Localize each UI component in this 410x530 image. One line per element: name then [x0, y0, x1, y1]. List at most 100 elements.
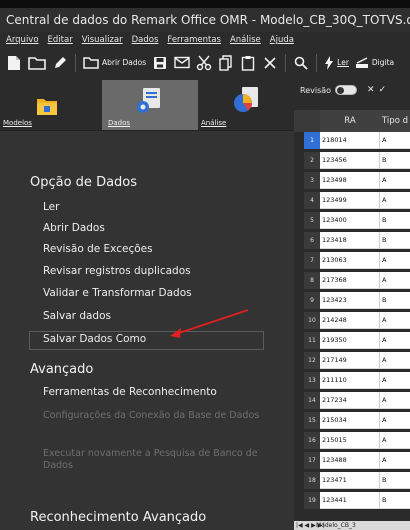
option-revisar-duplicados[interactable]: Revisar registros duplicados	[43, 265, 191, 277]
option-validar-transformar[interactable]: Validar e Transformar Dados	[43, 287, 192, 299]
cell-ra[interactable]: 123423	[320, 292, 380, 309]
table-row[interactable]: 14 217234 A	[294, 392, 410, 410]
row-number[interactable]: 1	[304, 132, 320, 149]
row-number[interactable]: 11	[304, 332, 320, 349]
search-button[interactable]	[291, 52, 311, 74]
option-abrir-dados[interactable]: Abrir Dados	[43, 222, 105, 234]
row-number[interactable]: 2	[304, 152, 320, 169]
row-number[interactable]: 4	[304, 192, 320, 209]
table-row[interactable]: 15 215034 A	[294, 412, 410, 430]
cell-ra[interactable]: 215015	[320, 432, 380, 449]
paste-button[interactable]	[238, 52, 258, 74]
cell-ra[interactable]: 211110	[320, 372, 380, 389]
cell-tipo[interactable]: A	[380, 392, 410, 409]
open-folder-button[interactable]	[26, 52, 48, 74]
cell-ra[interactable]: 213063	[320, 252, 380, 269]
cell-tipo[interactable]: A	[380, 312, 410, 329]
cell-ra[interactable]: 123498	[320, 172, 380, 189]
row-number[interactable]: 6	[304, 232, 320, 249]
menu-ferramentas[interactable]: Ferramentas	[167, 32, 221, 49]
cell-ra[interactable]: 217234	[320, 392, 380, 409]
table-row[interactable]: 8 217368 A	[294, 272, 410, 290]
cell-tipo[interactable]: B	[380, 492, 410, 509]
cell-tipo[interactable]: A	[380, 412, 410, 429]
open-data-button[interactable]: Abrir Dados	[81, 52, 148, 74]
cell-tipo[interactable]: A	[380, 332, 410, 349]
table-row[interactable]: 12 217149 A	[294, 352, 410, 370]
table-row[interactable]: 11 219350 A	[294, 332, 410, 350]
cell-tipo[interactable]: B	[380, 152, 410, 169]
menu-analise[interactable]: Análise	[230, 32, 261, 49]
table-row[interactable]: 10 214248 A	[294, 312, 410, 330]
row-number[interactable]: 12	[304, 352, 320, 369]
edit-button[interactable]	[50, 52, 70, 74]
grid-corner[interactable]	[294, 110, 304, 132]
row-number[interactable]: 19	[304, 492, 320, 509]
cell-tipo[interactable]: B	[380, 232, 410, 249]
cell-tipo[interactable]: B	[380, 212, 410, 229]
cell-tipo[interactable]: A	[380, 132, 410, 149]
row-number[interactable]: 16	[304, 432, 320, 449]
row-number[interactable]: 17	[304, 452, 320, 469]
nav-tab-analise[interactable]: Análise	[198, 80, 294, 130]
cell-ra[interactable]: 123441	[320, 492, 380, 509]
menu-editar[interactable]: Editar	[48, 32, 73, 49]
option-revisao-excecoes[interactable]: Revisão de Exceções	[43, 243, 153, 255]
row-number[interactable]: 15	[304, 412, 320, 429]
cell-ra[interactable]: 219350	[320, 332, 380, 349]
option-salvar-dados-como[interactable]: Salvar Dados Como	[43, 333, 146, 345]
cell-tipo[interactable]: A	[380, 452, 410, 469]
table-row[interactable]: 19 123441 B	[294, 492, 410, 510]
cell-tipo[interactable]: A	[380, 172, 410, 189]
table-row[interactable]: 4 123499 A	[294, 192, 410, 210]
menu-arquivo[interactable]: Arquivo	[6, 32, 39, 49]
review-toggle[interactable]	[335, 85, 358, 95]
digitize-button[interactable]: Digita	[353, 52, 396, 74]
row-number[interactable]: 10	[304, 312, 320, 329]
cell-tipo[interactable]: A	[380, 372, 410, 389]
table-row[interactable]: 9 123423 B	[294, 292, 410, 310]
save-button[interactable]	[150, 52, 170, 74]
cell-ra[interactable]: 123400	[320, 212, 380, 229]
cell-tipo[interactable]: B	[380, 472, 410, 489]
table-row[interactable]: 13 211110 A	[294, 372, 410, 390]
option-ferramentas-reconhecimento[interactable]: Ferramentas de Reconhecimento	[43, 386, 217, 398]
cell-ra[interactable]: 123499	[320, 192, 380, 209]
table-row[interactable]: 18 123471 B	[294, 472, 410, 490]
option-salvar-dados[interactable]: Salvar dados	[43, 310, 111, 322]
row-number[interactable]: 8	[304, 272, 320, 289]
cell-tipo[interactable]: A	[380, 272, 410, 289]
new-file-button[interactable]	[4, 52, 24, 74]
menu-visualizar[interactable]: Visualizar	[82, 32, 123, 49]
table-row[interactable]: 1 218014 A	[294, 132, 410, 150]
copy-button[interactable]	[216, 52, 236, 74]
read-button[interactable]: Ler	[322, 52, 351, 74]
table-row[interactable]: 3 123498 A	[294, 172, 410, 190]
table-row[interactable]: 5 123400 B	[294, 212, 410, 230]
cell-ra[interactable]: 123456	[320, 152, 380, 169]
column-header-ra[interactable]: RA	[320, 110, 380, 132]
accept-icon[interactable]: ✓	[379, 85, 387, 95]
cell-tipo[interactable]: B	[380, 292, 410, 309]
nav-tab-modelos[interactable]: Modelos	[0, 80, 96, 130]
cell-tipo[interactable]: A	[380, 252, 410, 269]
row-number[interactable]: 9	[304, 292, 320, 309]
table-row[interactable]: 17 123488 A	[294, 452, 410, 470]
table-row[interactable]: 16 215015 A	[294, 432, 410, 450]
cell-ra[interactable]: 217368	[320, 272, 380, 289]
menu-ajuda[interactable]: Ajuda	[270, 32, 294, 49]
table-row[interactable]: 2 123456 B	[294, 152, 410, 170]
cell-ra[interactable]: 217149	[320, 352, 380, 369]
cut-button[interactable]	[194, 52, 214, 74]
delete-button[interactable]	[260, 52, 280, 74]
menu-dados[interactable]: Dados	[132, 32, 159, 49]
cell-ra[interactable]: 215034	[320, 412, 380, 429]
cell-tipo[interactable]: A	[380, 192, 410, 209]
nav-tab-dados[interactable]: Dados	[102, 80, 198, 130]
column-header-tipo[interactable]: Tipo d	[380, 110, 410, 132]
option-ler[interactable]: Ler	[43, 201, 59, 213]
row-number[interactable]: 3	[304, 172, 320, 189]
cell-ra[interactable]: 123418	[320, 232, 380, 249]
row-number[interactable]: 5	[304, 212, 320, 229]
reject-icon[interactable]: ✕	[367, 85, 375, 95]
